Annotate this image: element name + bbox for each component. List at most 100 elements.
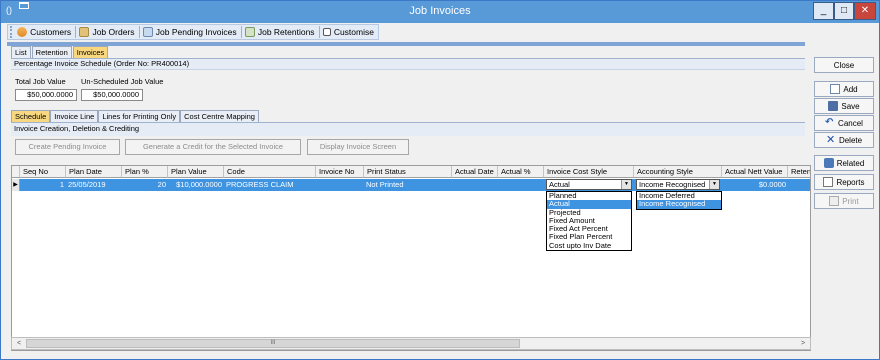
cell-plan-value[interactable]: $10,000.0000 xyxy=(168,179,224,191)
minimize-button[interactable]: _ xyxy=(813,2,834,20)
option-cost-upto-inv-date[interactable]: Cost upto Inv Date xyxy=(547,241,631,250)
toolbar-customers-label: Customers xyxy=(30,27,72,37)
toolbar-job-pending-invoices-button[interactable]: Job Pending Invoices xyxy=(139,27,241,37)
close-button-label: Close xyxy=(833,60,855,70)
customise-checkbox-icon xyxy=(322,28,331,36)
tab-band xyxy=(7,42,805,46)
delete-x-icon: ✕ xyxy=(825,134,836,146)
row-selector-marker[interactable]: ▶ xyxy=(12,179,20,191)
customers-icon xyxy=(17,27,28,37)
accounting-style-dropdown: Income Deferred Income Recognised xyxy=(636,191,722,210)
column-header-plan-value[interactable]: Plan Value xyxy=(168,166,224,178)
cell-print-status[interactable]: Not Printed xyxy=(364,179,452,191)
cell-seq-no[interactable]: 1 xyxy=(20,179,66,191)
scroll-thumb[interactable]: III xyxy=(26,339,520,348)
cell-plan-pct[interactable]: 20 xyxy=(122,179,168,191)
delete-button[interactable]: ✕ Delete xyxy=(814,132,874,148)
maximize-button[interactable]: □ xyxy=(834,2,854,20)
close-window-button[interactable]: ✕ xyxy=(854,2,876,20)
save-icon xyxy=(828,101,839,111)
cell-actual-date[interactable] xyxy=(452,179,498,191)
related-icon xyxy=(823,158,834,168)
reports-button[interactable]: Reports xyxy=(814,174,874,190)
tab-invoice-line[interactable]: Invoice Line xyxy=(50,110,99,122)
unscheduled-job-value-label: Un-Scheduled Job Value xyxy=(81,77,164,86)
section-header: Percentage Invoice Schedule (Order No: P… xyxy=(11,58,805,70)
column-header-invoice-cost-style[interactable]: Invoice Cost Style xyxy=(544,166,634,178)
cancel-button-label: Cancel xyxy=(838,118,863,128)
close-button[interactable]: Close xyxy=(814,57,874,73)
window-title: Job Invoices xyxy=(409,5,471,17)
generate-credit-button[interactable]: Generate a Credit for the Selected Invoi… xyxy=(125,139,301,155)
display-invoice-screen-button[interactable]: Display Invoice Screen xyxy=(307,139,409,155)
cell-plan-date[interactable]: 25/05/2019 xyxy=(66,179,122,191)
column-header-actual-pct[interactable]: Actual % xyxy=(498,166,544,178)
inner-tabs: Schedule Invoice Line Lines for Printing… xyxy=(11,110,259,122)
tab-list[interactable]: List xyxy=(11,46,31,58)
tab-invoices[interactable]: Invoices xyxy=(72,46,109,58)
toolbar-job-orders-button[interactable]: Job Orders xyxy=(75,27,138,37)
title-bar: () Job Invoices _ □ ✕ xyxy=(1,1,879,23)
total-job-value-label: Total Job Value xyxy=(15,77,66,86)
chevron-down-icon[interactable]: ▼ xyxy=(621,180,631,189)
pending-invoices-icon xyxy=(142,27,153,37)
toolbar-job-retentions-button[interactable]: Job Retentions xyxy=(241,27,319,37)
print-button[interactable]: Print xyxy=(814,193,874,209)
scroll-left-icon[interactable]: < xyxy=(13,338,25,349)
tab-schedule[interactable]: Schedule xyxy=(11,110,51,122)
column-header-accounting-style[interactable]: Accounting Style xyxy=(634,166,722,178)
toolbar-customers-button[interactable]: Customers xyxy=(13,27,75,37)
toolbar-customise-label: Customise xyxy=(333,27,374,37)
invoice-cost-style-value: Actual xyxy=(549,180,570,189)
scroll-right-icon[interactable]: > xyxy=(797,338,809,349)
print-button-label: Print xyxy=(842,196,859,206)
undo-icon: ↶ xyxy=(825,117,834,128)
horizontal-scrollbar[interactable]: < III > xyxy=(11,337,811,350)
chevron-down-icon[interactable]: ▼ xyxy=(709,180,719,189)
reports-button-label: Reports xyxy=(836,177,865,187)
column-header-plan-pct[interactable]: Plan % xyxy=(122,166,168,178)
save-button[interactable]: Save xyxy=(814,98,874,114)
add-button[interactable]: Add xyxy=(814,81,874,97)
column-header-retention[interactable]: Reten xyxy=(788,166,810,178)
grid-corner xyxy=(12,166,20,178)
reports-icon xyxy=(823,177,834,187)
column-header-seq-no[interactable]: Seq No xyxy=(20,166,66,178)
toolbar-job-pending-invoices-label: Job Pending Invoices xyxy=(155,27,237,37)
related-button-label: Related xyxy=(836,158,865,168)
column-header-actual-nett-value[interactable]: Actual Nett Value xyxy=(722,166,788,178)
toolbar-job-orders-label: Job Orders xyxy=(92,27,135,37)
column-header-actual-date[interactable]: Actual Date xyxy=(452,166,498,178)
toolbar: Customers Job Orders Job Pending Invoice… xyxy=(7,24,379,40)
related-button[interactable]: Related xyxy=(814,155,874,171)
job-retentions-icon xyxy=(244,27,255,37)
accounting-style-combo[interactable]: Income Recognised ▼ xyxy=(636,179,720,190)
accounting-style-value: Income Recognised xyxy=(639,180,706,189)
invoice-schedule-grid[interactable]: Seq No Plan Date Plan % Plan Value Code … xyxy=(11,165,811,351)
cancel-button[interactable]: ↶ Cancel xyxy=(814,115,874,131)
job-invoices-window: () Job Invoices _ □ ✕ Customers Job Orde… xyxy=(0,0,880,360)
column-header-code[interactable]: Code xyxy=(224,166,316,178)
toolbar-job-retentions-label: Job Retentions xyxy=(257,27,315,37)
cell-actual-pct[interactable] xyxy=(498,179,544,191)
save-button-label: Save xyxy=(841,101,860,111)
column-header-print-status[interactable]: Print Status xyxy=(364,166,452,178)
total-job-value-field: $50,000.0000 xyxy=(15,89,77,101)
outer-tabs: List Retention Invoices xyxy=(11,46,109,58)
invoice-cost-style-dropdown: Planned Actual Projected Fixed Amount Fi… xyxy=(546,191,632,252)
cell-code[interactable]: PROGRESS CLAIM xyxy=(224,179,316,191)
invoice-cost-style-combo[interactable]: Actual ▼ xyxy=(546,179,632,190)
column-header-plan-date[interactable]: Plan Date xyxy=(66,166,122,178)
tab-cost-centre-mapping[interactable]: Cost Centre Mapping xyxy=(180,110,259,122)
option-income-recognised[interactable]: Income Recognised xyxy=(637,200,721,209)
tab-retention[interactable]: Retention xyxy=(31,46,72,58)
cell-actual-nett-value[interactable]: $0.0000 xyxy=(722,179,788,191)
cell-invoice-no[interactable] xyxy=(316,179,364,191)
create-pending-invoice-button[interactable]: Create Pending Invoice xyxy=(15,139,120,155)
tab-lines-for-printing-only[interactable]: Lines for Printing Only xyxy=(98,110,181,122)
column-header-invoice-no[interactable]: Invoice No xyxy=(316,166,364,178)
add-button-label: Add xyxy=(843,84,858,94)
toolbar-customise-button[interactable]: Customise xyxy=(319,27,378,37)
right-button-panel: Close Add Save ↶ Cancel ✕ Delete Related… xyxy=(811,42,879,352)
job-orders-icon xyxy=(79,27,90,37)
